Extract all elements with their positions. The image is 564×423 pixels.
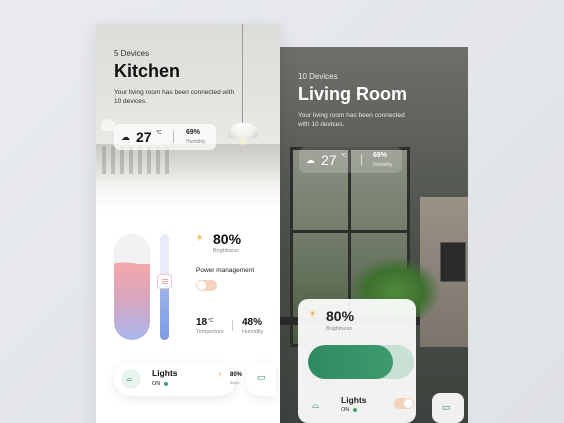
lamp-glow xyxy=(236,136,250,146)
kitchen-screen: 5 Devices Kitchen Your living room has b… xyxy=(96,24,280,423)
air-conditioner-icon: ▭ xyxy=(442,402,451,412)
status-dot xyxy=(164,382,168,386)
lights-label: Lights xyxy=(152,368,178,378)
temperature-unit: °C xyxy=(156,130,162,136)
status-dot xyxy=(353,408,357,412)
sun-icon: ☀ xyxy=(308,309,317,320)
lights-label: Lights xyxy=(341,395,367,405)
brightness-value: 80% xyxy=(326,308,355,324)
air-conditioner-card[interactable]: ▭ xyxy=(432,393,464,423)
cloud-icon: ☁ xyxy=(121,132,130,142)
brightness-slider[interactable] xyxy=(308,345,414,379)
brightness-value: 80% xyxy=(213,231,242,247)
brightness-slider-fill xyxy=(308,345,393,379)
humidity-value: 69% xyxy=(373,152,388,159)
lights-status: ON xyxy=(341,407,350,413)
color-tube-fill xyxy=(114,260,150,340)
humidity-value: 69% xyxy=(186,129,201,136)
toggle-knob xyxy=(197,281,206,290)
lights-status: ON xyxy=(152,381,161,387)
divider xyxy=(232,320,233,331)
room-title: Living Room xyxy=(298,84,407,104)
temperature-unit: °C xyxy=(341,153,347,159)
room-title: Kitchen xyxy=(114,61,181,81)
vertical-slider-fill xyxy=(160,281,169,340)
brightness-label: Brightness xyxy=(213,248,239,254)
lamp-wire xyxy=(242,24,243,124)
room-description: Your living room has been connected with… xyxy=(114,89,235,105)
temperature-unit: °C xyxy=(208,318,214,324)
room-description: Your living room has been connected with… xyxy=(298,112,405,128)
bottles-photo xyxy=(102,146,172,174)
lights-toggle[interactable] xyxy=(394,398,414,409)
device-count: 10 Devices xyxy=(298,72,338,81)
humidity-label: Humidity xyxy=(186,139,206,145)
weather-widget[interactable]: ☁ 27 °C 69% Humidity xyxy=(114,124,216,150)
device-count: 5 Devices xyxy=(114,49,150,58)
brightness-card: ☀ 80% Brightness ⌓ Lights ON xyxy=(298,299,416,423)
sun-icon: ☀ xyxy=(218,372,223,378)
lamp-icon: ⌓ xyxy=(312,400,320,410)
sun-icon: ☀ xyxy=(195,233,204,244)
humidity-value: 48% xyxy=(242,317,263,328)
toggle-knob xyxy=(404,399,413,408)
humidity-label: Humidity xyxy=(373,162,393,168)
cloud-icon: ☁ xyxy=(306,155,315,165)
lamp-icon: ⌓ xyxy=(126,374,133,383)
pendant-lamp-small xyxy=(101,119,115,131)
air-conditioner-icon: ▭ xyxy=(257,372,266,382)
weather-widget[interactable]: ☁ 27 °C 69% Humidity xyxy=(299,147,402,173)
color-tube-slider[interactable] xyxy=(114,234,150,340)
temperature-value: 27 xyxy=(321,152,337,168)
lights-card[interactable]: ⌓ Lights ON ☀ 80% Bright. xyxy=(114,362,242,396)
temperature-value: 27 xyxy=(136,129,152,145)
divider xyxy=(361,154,362,166)
brightness-label: Brightness xyxy=(326,326,352,332)
air-conditioner-card[interactable]: ▭ xyxy=(246,362,276,396)
lights-brightness-label: Bright. xyxy=(230,381,241,385)
living-room-screen: 10 Devices Living Room Your living room … xyxy=(280,47,468,423)
divider xyxy=(173,131,174,143)
temperature-value: 18 xyxy=(196,317,208,328)
power-management-label: Power management xyxy=(196,267,255,274)
slider-handle[interactable] xyxy=(157,274,172,289)
oven-photo xyxy=(440,242,466,282)
lights-brightness-value: 80% xyxy=(230,372,243,378)
humidity-label: Humidity xyxy=(242,329,264,335)
temperature-label: Temporture xyxy=(196,329,224,335)
power-management-toggle[interactable] xyxy=(196,280,217,291)
lamp-icon-wrap: ⌓ xyxy=(121,369,141,389)
